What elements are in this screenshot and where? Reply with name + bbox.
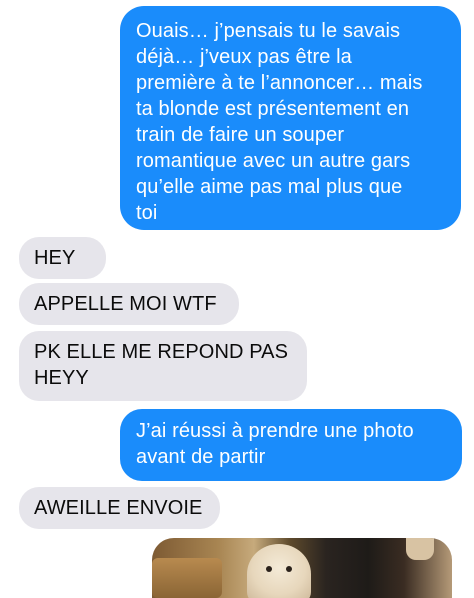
photo-dog-eye (286, 566, 292, 572)
received-message-bubble[interactable]: PK ELLE ME REPOND PAS HEYY (19, 331, 307, 401)
message-thread: Ouais… j’pensais tu le savais déjà… j’ve… (0, 0, 474, 598)
received-message-bubble[interactable]: APPELLE MOI WTF (19, 283, 239, 325)
received-message-bubble[interactable]: AWEILLE ENVOIE (19, 487, 220, 529)
photo-dog-eye (266, 566, 272, 572)
photo-dog (247, 544, 311, 598)
sent-message-bubble[interactable]: Ouais… j’pensais tu le savais déjà… j’ve… (120, 6, 461, 230)
sent-photo-attachment[interactable] (152, 538, 452, 598)
photo-cushion (152, 558, 222, 598)
sent-message-bubble[interactable]: J’ai réussi à prendre une photo avant de… (120, 409, 462, 481)
received-message-bubble[interactable]: HEY (19, 237, 106, 279)
photo-lamp (406, 538, 434, 560)
